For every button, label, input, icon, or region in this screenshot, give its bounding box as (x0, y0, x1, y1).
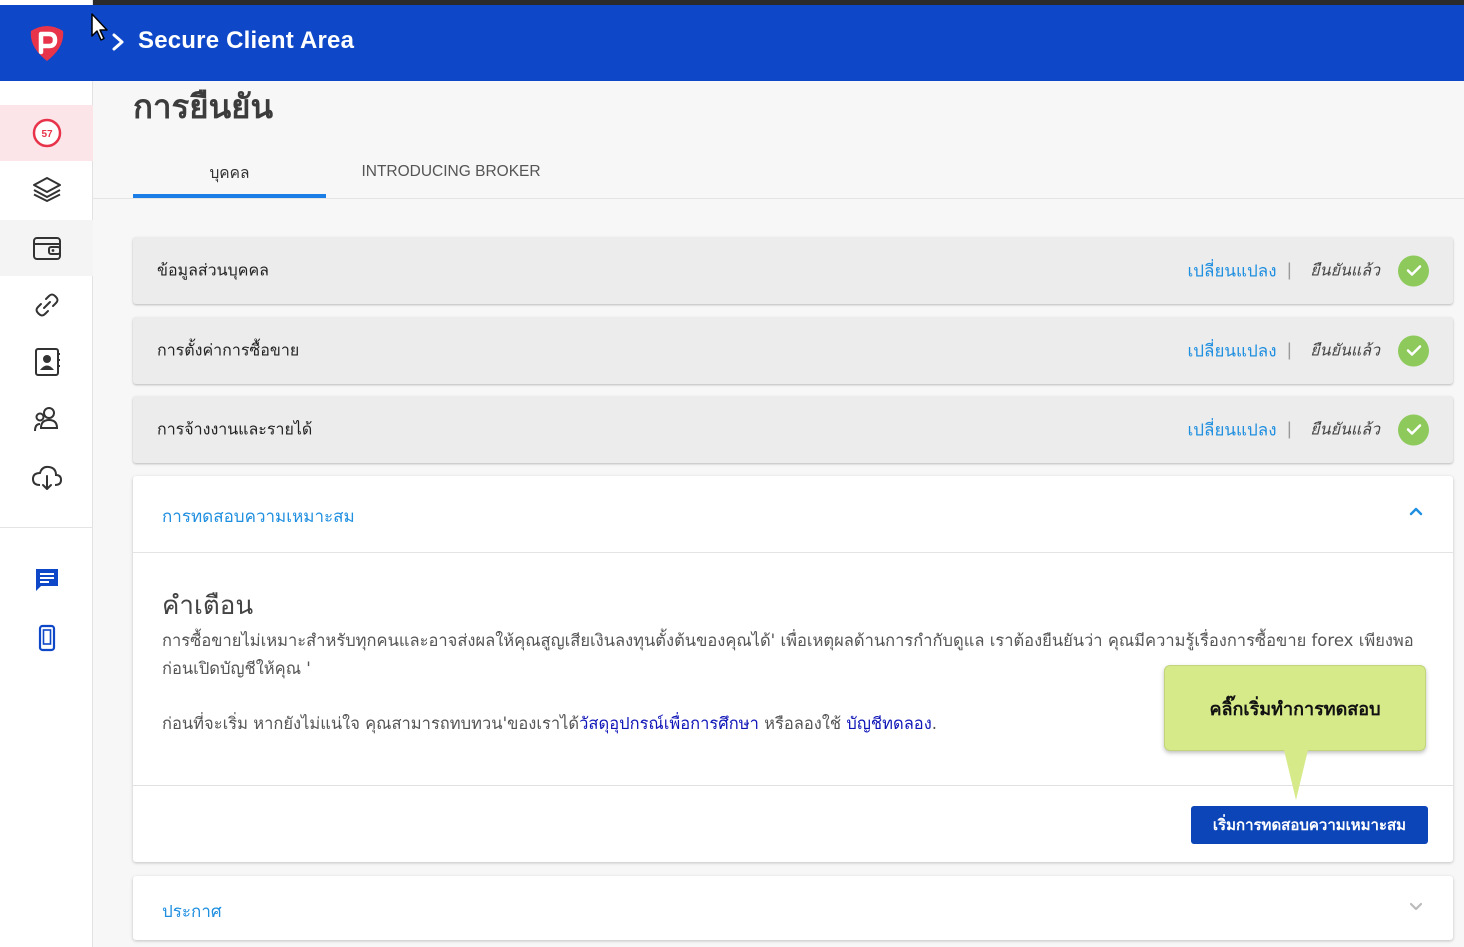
sidebar-item-link[interactable] (0, 277, 93, 333)
verified-check-icon (1398, 335, 1429, 366)
sidebar-item-mobile[interactable] (0, 610, 93, 666)
separator: | (1286, 419, 1293, 440)
sidebar-item-users[interactable] (0, 391, 93, 447)
chat-icon (35, 569, 58, 591)
section-label: ข้อมูลส่วนบุคคล (157, 260, 269, 279)
cloud-download-icon (31, 465, 62, 490)
section-label: การตั้งค่าการซื้อขาย (157, 340, 300, 359)
verified-status: ยืนยันแล้ว (1310, 340, 1380, 359)
panel-footer-divider (133, 785, 1453, 786)
text-before-link: ก่อนที่จะเริ่ม หากยังไม่แน่ใจ คุณสามารถท… (162, 714, 580, 733)
sidebar-divider (0, 527, 93, 528)
chevron-up-icon[interactable] (1409, 506, 1423, 516)
sidebar-item-notifications[interactable]: 57 (0, 105, 93, 161)
warning-title: คำเตือน (162, 591, 254, 621)
edit-link[interactable]: เปลี่ยนแปลง (1187, 416, 1276, 443)
sidebar-item-contacts[interactable] (0, 334, 93, 390)
section-status-group: เปลี่ยนแปลง | ยืนยันแล้ว (1187, 414, 1429, 445)
users-icon (33, 407, 58, 432)
layers-icon (32, 177, 61, 202)
mouse-cursor-icon (91, 13, 108, 41)
section-employment-income[interactable]: การจ้างงานและรายได้ เปลี่ยนแปลง | ยืนยัน… (133, 396, 1453, 463)
section-announcement[interactable]: ประกาศ (133, 876, 1453, 940)
callout-tooltip: คลิ๊กเริ่มทำการทดสอบ (1164, 665, 1426, 751)
section-label: การจ้างงานและรายได้ (157, 419, 313, 438)
sidebar-item-downloads[interactable] (0, 449, 93, 505)
contact-book-icon (34, 348, 60, 376)
wallet-icon (32, 237, 61, 260)
education-paragraph: ก่อนที่จะเริ่ม หากยังไม่แน่ใจ คุณสามารถท… (162, 710, 1162, 738)
announcement-title: ประกาศ (162, 902, 222, 922)
education-materials-link[interactable]: วัสดุอุปกรณ์เพื่อการศึกษา (579, 714, 759, 733)
notification-badge-icon: 57 (32, 118, 61, 148)
verified-check-icon (1398, 414, 1429, 445)
tabs-divider (93, 198, 1464, 199)
section-status-group: เปลี่ยนแปลง | ยืนยันแล้ว (1187, 255, 1429, 286)
chevron-down-icon[interactable] (1409, 902, 1423, 912)
sidebar-item-wallet[interactable] (0, 220, 93, 276)
edit-link[interactable]: เปลี่ยนแปลง (1187, 257, 1276, 284)
section-personal-info[interactable]: ข้อมูลส่วนบุคคล เปลี่ยนแปลง | ยืนยันแล้ว (133, 237, 1453, 304)
badge-count: 57 (41, 129, 53, 140)
sidebar: 57 (0, 0, 93, 947)
page-title: การยืนยัน (133, 87, 274, 126)
tab-individual[interactable]: บุคคล (133, 146, 326, 198)
panel-title: การทดสอบความเหมาะสม (162, 507, 355, 527)
tab-introducing-broker[interactable]: INTRODUCING BROKER (340, 146, 562, 198)
header-title: Secure Client Area (138, 27, 355, 54)
verified-check-icon (1398, 255, 1429, 286)
sidebar-item-layers[interactable] (0, 161, 93, 217)
section-trading-settings[interactable]: การตั้งค่าการซื้อขาย เปลี่ยนแปลง | ยืนยั… (133, 317, 1453, 384)
link-icon (35, 293, 58, 317)
separator: | (1286, 260, 1293, 281)
panel-header[interactable]: การทดสอบความเหมาะสม (133, 476, 1453, 553)
separator: | (1286, 340, 1293, 361)
verified-status: ยืนยันแล้ว (1310, 419, 1380, 438)
logo[interactable] (0, 5, 93, 81)
verified-status: ยืนยันแล้ว (1310, 260, 1380, 279)
start-suitability-test-button[interactable]: เริ่มการทดสอบความเหมาะสม (1191, 806, 1428, 844)
chevron-right-icon[interactable] (111, 33, 125, 51)
pepperstone-logo-icon (30, 26, 63, 61)
top-header: Secure Client Area (93, 5, 1464, 81)
mobile-icon (38, 624, 55, 652)
demo-account-link[interactable]: บัญชีทดลอง (846, 714, 931, 733)
text-middle: หรือลองใช้ (758, 714, 847, 733)
section-status-group: เปลี่ยนแปลง | ยืนยันแล้ว (1187, 335, 1429, 366)
tab-bar: บุคคล INTRODUCING BROKER (133, 146, 1464, 198)
sidebar-item-chat[interactable] (0, 552, 93, 608)
edit-link[interactable]: เปลี่ยนแปลง (1187, 337, 1276, 364)
callout-pointer (1284, 750, 1308, 800)
text-end: . (931, 714, 938, 733)
